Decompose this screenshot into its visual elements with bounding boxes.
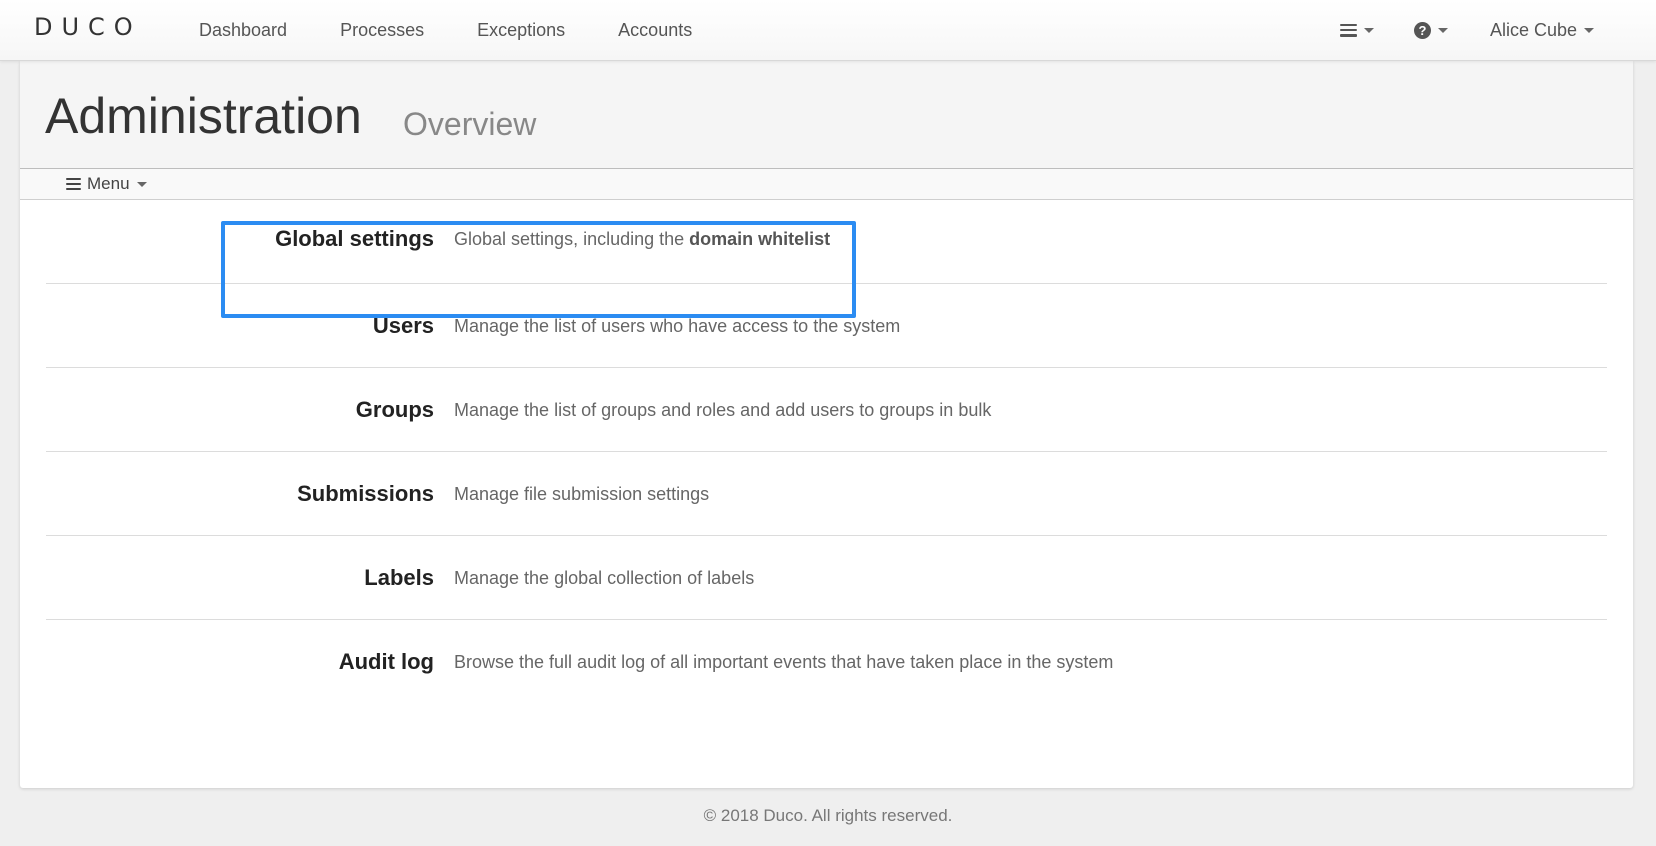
main-panel: Administration Overview Menu Global sett… — [20, 60, 1633, 788]
global-settings-description: Global settings, including the domain whi… — [454, 197, 830, 281]
admin-row-audit-log: Audit log Browse the full audit log of a… — [46, 620, 1607, 704]
admin-row-groups: Groups Manage the list of groups and rol… — [46, 368, 1607, 452]
top-navbar: DUCO Dashboard Processes Exceptions Acco… — [0, 0, 1656, 61]
app-menu-dropdown[interactable] — [1340, 0, 1374, 60]
users-description: Manage the list of users who have access… — [454, 315, 901, 336]
audit-log-link[interactable]: Audit log — [339, 620, 434, 704]
audit-log-description: Browse the full audit log of all importa… — [454, 651, 1114, 672]
global-settings-link[interactable]: Global settings — [275, 197, 434, 281]
submenu-label: Menu — [87, 174, 130, 193]
users-link[interactable]: Users — [373, 284, 434, 368]
labels-link[interactable]: Labels — [364, 536, 434, 620]
admin-row-labels: Labels Manage the global collection of l… — [46, 536, 1607, 620]
brand-logo[interactable]: DUCO — [34, 12, 142, 42]
admin-list: Global settings Global settings, includi… — [46, 200, 1607, 704]
submissions-link[interactable]: Submissions — [297, 452, 434, 536]
caret-down-icon — [1364, 27, 1374, 33]
page-subtitle: Overview — [403, 106, 537, 142]
description-text: Global settings, including the — [454, 228, 685, 249]
admin-row-global-settings: Global settings Global settings, includi… — [46, 200, 1607, 284]
page-header: Administration Overview — [20, 60, 1633, 168]
page-title: Administration — [45, 88, 362, 144]
submenu-bar: Menu — [20, 168, 1633, 200]
nav-exceptions[interactable]: Exceptions — [477, 0, 565, 60]
caret-down-icon — [136, 181, 147, 187]
admin-row-users: Users Manage the list of users who have … — [46, 284, 1607, 368]
submissions-description: Manage file submission settings — [454, 483, 710, 504]
labels-description: Manage the global collection of labels — [454, 567, 755, 588]
nav-processes[interactable]: Processes — [340, 0, 424, 60]
hamburger-icon — [66, 178, 81, 190]
nav-accounts[interactable]: Accounts — [618, 0, 692, 60]
groups-description: Manage the list of groups and roles and … — [454, 399, 992, 420]
caret-down-icon — [1584, 27, 1595, 33]
help-dropdown[interactable]: ? — [1414, 0, 1448, 60]
question-circle-icon: ? — [1414, 21, 1431, 39]
user-name: Alice Cube — [1490, 19, 1578, 40]
hamburger-icon — [1340, 23, 1357, 37]
domain-whitelist-text: domain whitelist — [689, 228, 831, 249]
user-dropdown[interactable]: Alice Cube — [1490, 0, 1595, 60]
submenu-dropdown[interactable]: Menu — [66, 169, 147, 199]
nav-dashboard[interactable]: Dashboard — [199, 0, 287, 60]
footer-copyright: © 2018 Duco. All rights reserved. — [703, 806, 953, 825]
groups-link[interactable]: Groups — [356, 368, 434, 452]
main-nav: Dashboard Processes Exceptions Accounts — [199, 0, 745, 60]
caret-down-icon — [1438, 27, 1448, 33]
admin-row-submissions: Submissions Manage file submission setti… — [46, 452, 1607, 536]
